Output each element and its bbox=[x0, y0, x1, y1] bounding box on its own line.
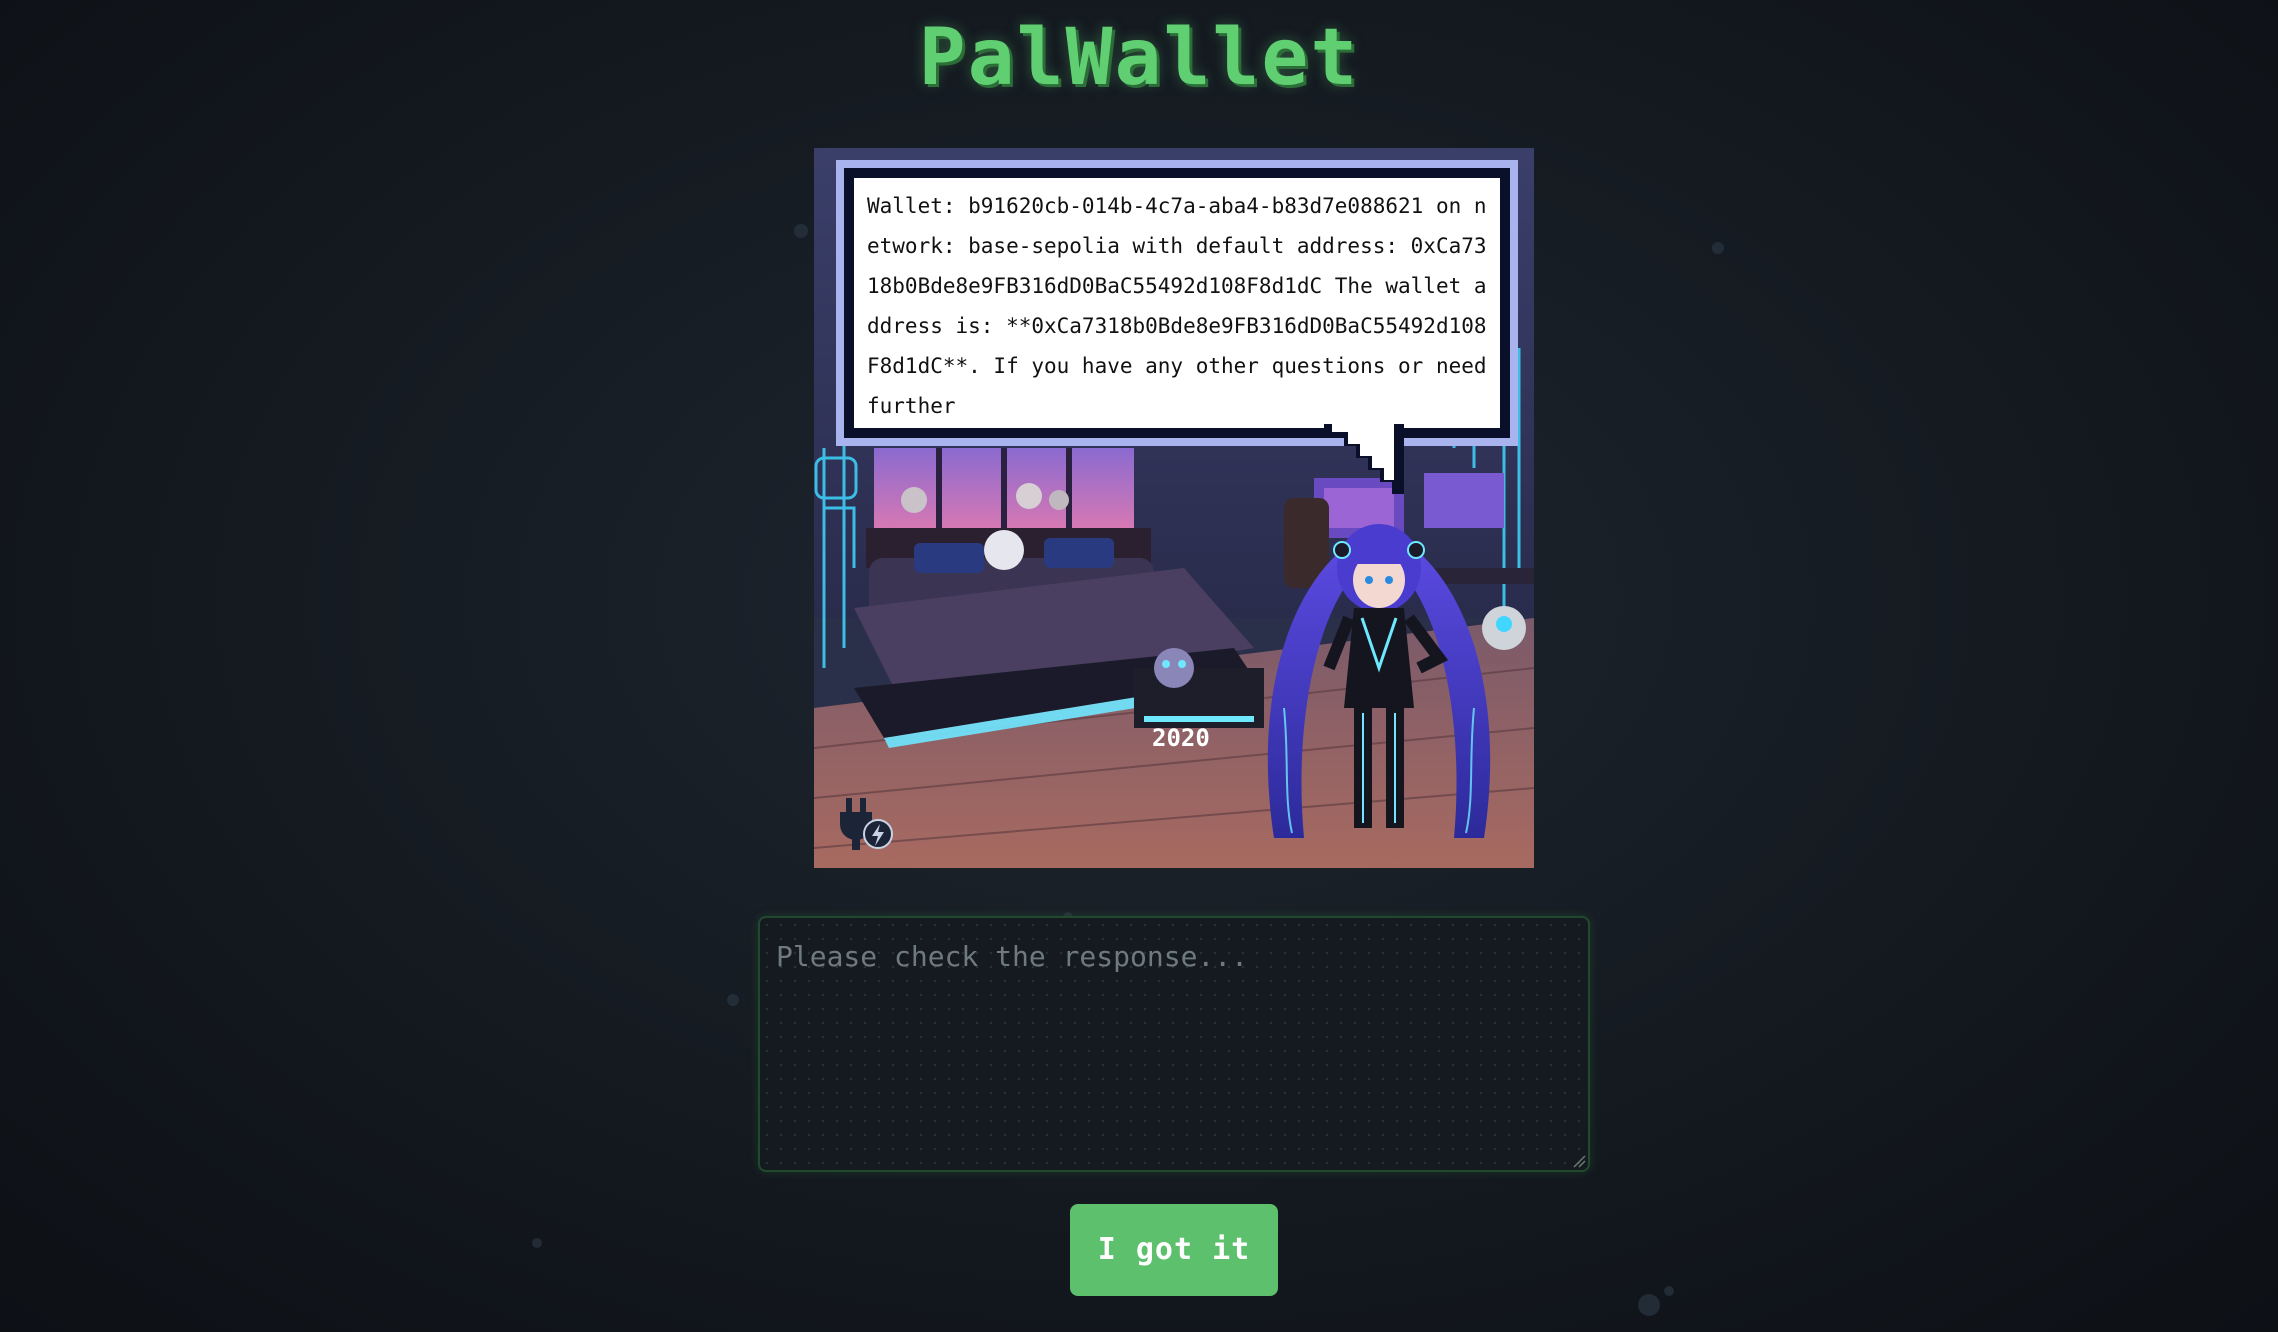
response-input[interactable] bbox=[758, 916, 1590, 1172]
background-particle bbox=[1712, 242, 1724, 254]
background-particle bbox=[727, 994, 739, 1006]
background-particle bbox=[532, 1238, 542, 1248]
background-particle bbox=[1638, 1294, 1660, 1316]
bed-tag-text: 2020 bbox=[1152, 724, 1210, 752]
resize-handle-icon[interactable] bbox=[1572, 1154, 1586, 1168]
i-got-it-button[interactable]: I got it bbox=[1070, 1204, 1278, 1296]
background-particle bbox=[1664, 1286, 1674, 1296]
wallet-response-text: Wallet: b91620cb-014b-4c7a-aba4-b83d7e08… bbox=[867, 194, 1487, 418]
character-scene: 2020 Wallet: b91620cb-014b-4c7a-aba4-b83… bbox=[814, 148, 1534, 868]
background-particle bbox=[794, 224, 808, 238]
plug-lightning-icon bbox=[840, 798, 893, 850]
speech-bubble-tail bbox=[1324, 424, 1404, 494]
app-title: PalWallet bbox=[918, 13, 1360, 103]
speech-bubble: Wallet: b91620cb-014b-4c7a-aba4-b83d7e08… bbox=[836, 160, 1518, 446]
